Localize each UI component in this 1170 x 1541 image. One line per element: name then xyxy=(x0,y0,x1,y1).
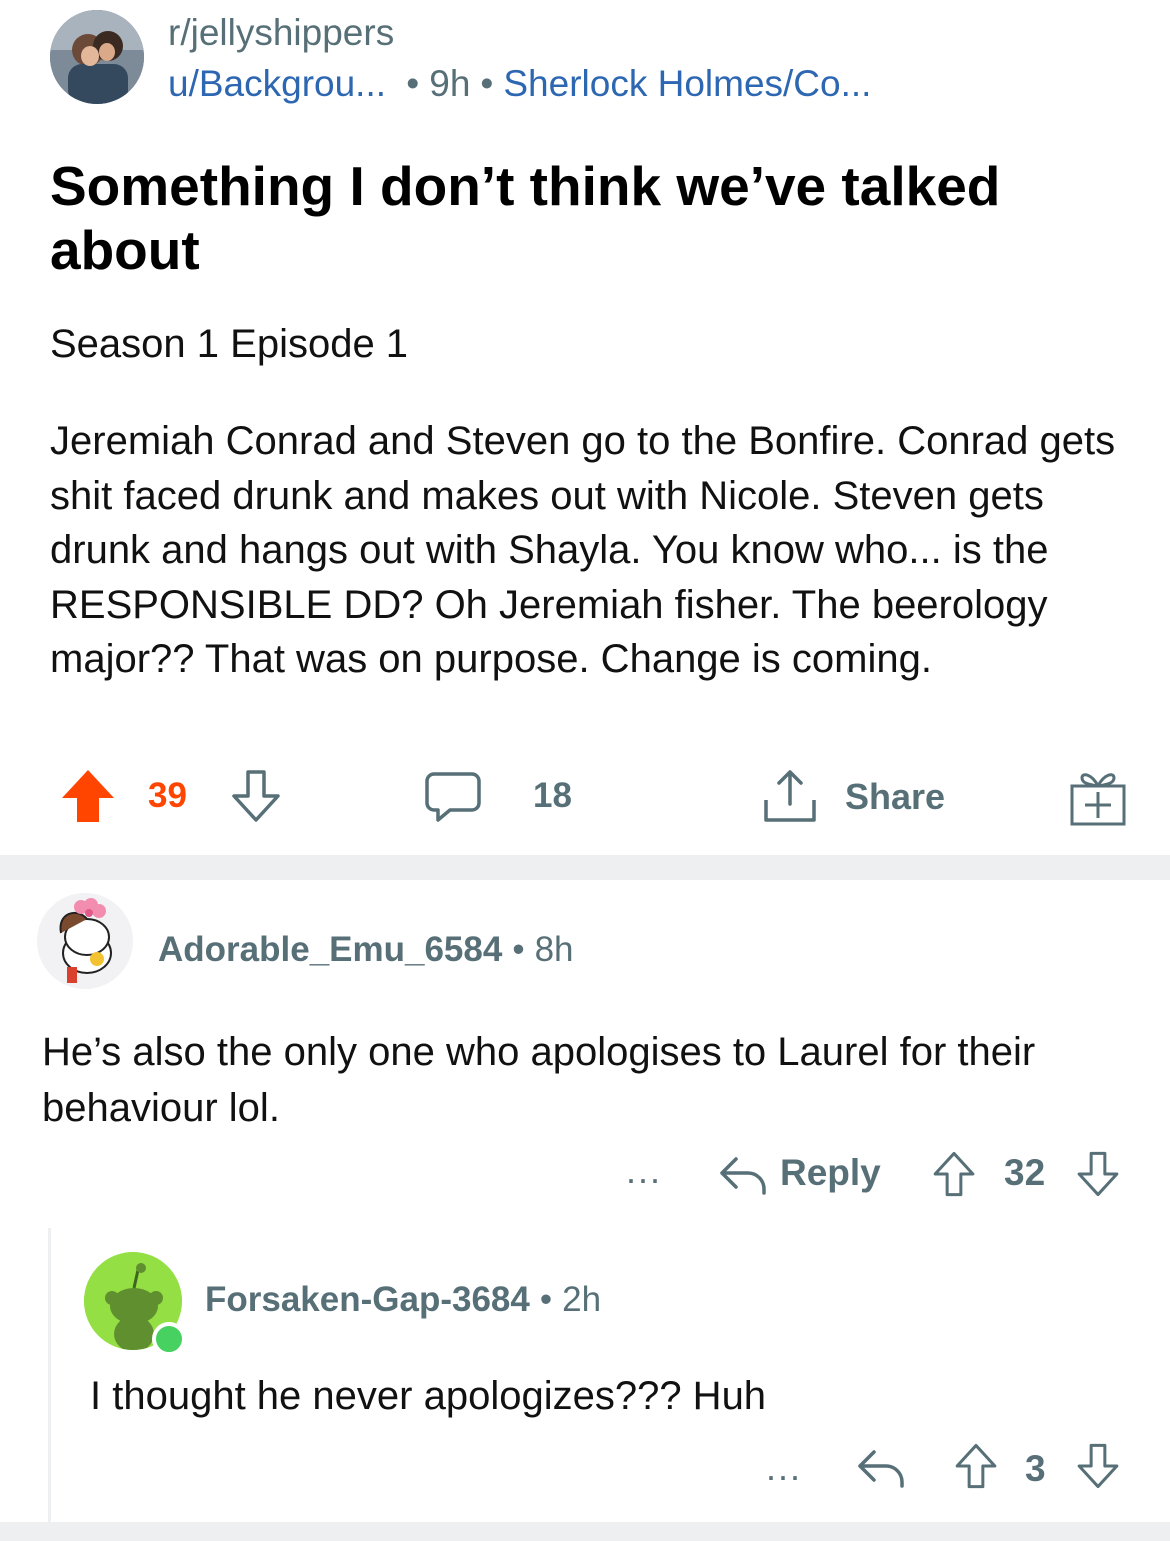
downvote-icon[interactable] xyxy=(228,768,284,824)
separator-dot: • xyxy=(480,63,494,104)
comment-score: 3 xyxy=(1025,1448,1046,1489)
separator-dot: • xyxy=(396,63,420,104)
more-options-button[interactable]: ... xyxy=(626,1150,662,1192)
post-meta: u/Backgrou... • 9h • Sherlock Holmes/Co... xyxy=(168,63,871,105)
commenter-avatar[interactable] xyxy=(37,893,133,989)
downvote-icon[interactable] xyxy=(1074,1150,1122,1198)
post-age: 9h xyxy=(429,63,471,104)
upvote-icon[interactable] xyxy=(952,1442,1000,1490)
more-options-button[interactable]: ... xyxy=(766,1447,802,1489)
post-body: Jeremiah Conrad and Steven go to the Bon… xyxy=(50,419,1116,681)
comment-age: 8h xyxy=(534,930,574,969)
share-icon[interactable] xyxy=(760,766,820,826)
comment-count: 18 xyxy=(533,776,572,815)
comment-author[interactable]: Adorable_Emu_6584 xyxy=(158,930,502,969)
post-subheading: Season 1 Episode 1 xyxy=(50,322,409,366)
section-divider xyxy=(0,855,1170,880)
vote-count: 39 xyxy=(148,776,187,815)
post-flair[interactable]: Sherlock Holmes/Co... xyxy=(503,63,871,104)
comment-icon[interactable] xyxy=(424,770,482,824)
comment-body: He’s also the only one who apologises to… xyxy=(42,1030,1036,1130)
reply-icon[interactable] xyxy=(718,1153,768,1197)
section-divider xyxy=(0,1522,1170,1541)
upvote-icon[interactable] xyxy=(60,768,116,824)
comment-meta: Forsaken-Gap-3684 • 2h xyxy=(205,1280,601,1320)
gift-icon[interactable] xyxy=(1068,768,1128,828)
subreddit-name[interactable]: r/jellyshippers xyxy=(168,12,394,54)
post-avatar[interactable] xyxy=(50,10,144,104)
comment-body: I thought he never apologizes??? Huh xyxy=(90,1374,767,1418)
thread-line[interactable] xyxy=(48,1228,51,1523)
comment-age: 2h xyxy=(562,1280,602,1319)
separator-dot: • xyxy=(539,1280,553,1319)
comment-author[interactable]: Forsaken-Gap-3684 xyxy=(205,1280,530,1319)
downvote-icon[interactable] xyxy=(1074,1442,1122,1490)
post-author[interactable]: u/Backgrou... xyxy=(168,63,386,104)
upvote-icon[interactable] xyxy=(930,1150,978,1198)
comment-meta: Adorable_Emu_6584 • 8h xyxy=(158,930,574,970)
share-button[interactable]: Share xyxy=(845,776,945,818)
separator-dot: • xyxy=(512,930,525,969)
online-status-dot xyxy=(152,1322,186,1356)
post-title: Something I don’t think we’ve talked abo… xyxy=(50,155,1001,281)
reply-icon[interactable] xyxy=(856,1446,906,1490)
reply-button[interactable]: Reply xyxy=(780,1152,881,1194)
comment-score: 32 xyxy=(1004,1152,1046,1193)
